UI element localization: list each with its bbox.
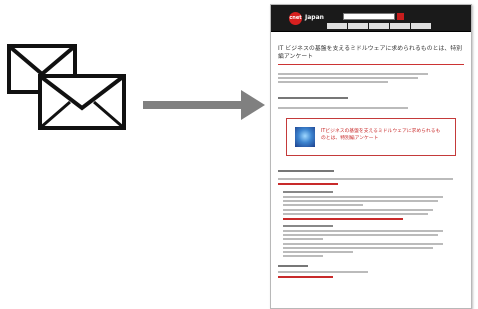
footer-link[interactable] (278, 276, 333, 278)
nav-tab[interactable] (411, 23, 431, 29)
page-content: IT ビジネスの基盤を支えるミドルウェアに求められるものとは、特別編アンケート … (271, 32, 471, 278)
title-divider (278, 64, 464, 65)
survey-banner[interactable]: ITビジネスの基盤を支えるミドルウェアに求められるものとは、特別編アンケート (286, 118, 456, 156)
notice-lines (278, 178, 464, 185)
footer-heading (278, 265, 308, 267)
banner-text: ITビジネスの基盤を支えるミドルウェアに求められるものとは、特別編アンケート (321, 129, 441, 141)
site-header: cnet Japan (271, 5, 471, 32)
notice-heading (278, 170, 334, 172)
nav-tab[interactable] (327, 23, 347, 29)
nav-tab[interactable] (348, 23, 368, 29)
section-heading (278, 97, 348, 99)
page-title: IT ビジネスの基盤を支えるミドルウェアに求められるものとは、特別編アンケート (278, 46, 463, 60)
footer-text (278, 271, 368, 273)
search-input[interactable] (343, 13, 395, 20)
nav-tab[interactable] (369, 23, 389, 29)
site-logo[interactable]: cnet (289, 12, 302, 25)
terms-list (278, 191, 464, 257)
right-arrow-icon (143, 90, 265, 120)
envelopes-illustration (6, 40, 130, 136)
nav-tab[interactable] (390, 23, 410, 29)
intro-text (278, 73, 464, 83)
web-page-thumbnail: cnet Japan IT ビジネスの基盤を支えるミドルウェアに求められるものと… (270, 4, 472, 309)
section-text (278, 107, 408, 109)
nav-bar (327, 23, 431, 29)
globe-icon (295, 127, 315, 147)
site-logo-text: Japan (305, 14, 324, 21)
envelope-stack-icon (7, 44, 126, 130)
search-button[interactable] (397, 13, 404, 20)
